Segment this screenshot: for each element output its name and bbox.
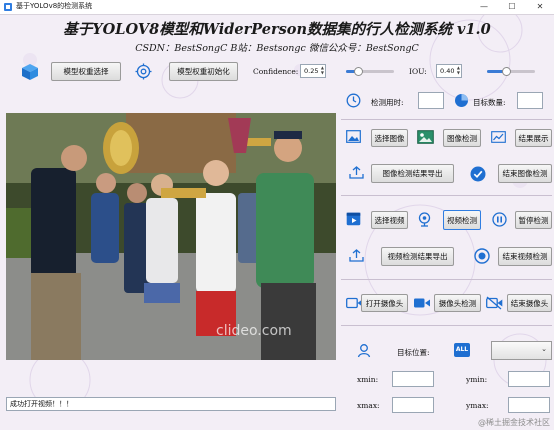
show-result-button[interactable]: 结果展示 — [515, 129, 552, 147]
count-label: 目标数量: — [473, 98, 506, 107]
iou-slider[interactable] — [487, 67, 535, 76]
iou-label: IOU: — [409, 67, 427, 76]
spin-arrows-icon[interactable]: ▲ ▼ — [321, 65, 324, 75]
xmin-field — [392, 371, 434, 387]
video-watermark: clideo.com — [216, 323, 292, 339]
video-display: clideo.com — [6, 113, 336, 360]
open-camera-button[interactable]: 打开摄像头 — [361, 294, 408, 312]
window-titlebar: 基于YOLOv8的检测系统 — ☐ ✕ — [0, 0, 554, 15]
divider — [341, 119, 552, 120]
minimize-button[interactable]: — — [470, 0, 498, 14]
divider — [341, 279, 552, 280]
target-select-dropdown[interactable]: ⌄ — [491, 341, 552, 360]
confidence-slider-handle[interactable] — [353, 67, 363, 76]
camera-off-icon — [486, 296, 503, 310]
divider — [341, 195, 552, 196]
iou-spinbox[interactable]: 0.40 ▲ ▼ — [436, 64, 462, 78]
iou-slider-handle[interactable] — [501, 67, 511, 76]
ymax-label: ymax: — [466, 401, 489, 410]
end-video-detect-button[interactable]: 结束视频检测 — [498, 247, 552, 266]
app-icon — [4, 3, 12, 11]
ymax-field — [508, 397, 550, 413]
export-video-result-button[interactable]: 视频检测结果导出 — [381, 247, 454, 266]
confidence-label: Confidence: — [253, 67, 299, 76]
xmax-label: xmax: — [357, 401, 380, 410]
image-detect-icon — [417, 130, 434, 144]
end-camera-button[interactable]: 结束摄像头 — [507, 294, 552, 312]
pause-detect-button[interactable]: 暂停检测 — [515, 211, 552, 229]
select-weights-button[interactable]: 模型权重选择 — [51, 62, 121, 81]
clock-icon — [346, 93, 361, 108]
init-weights-button[interactable]: 模型权重初始化 — [169, 62, 238, 81]
time-label: 检测用时: — [371, 98, 404, 107]
target-icon — [135, 63, 152, 80]
upload-icon — [349, 249, 364, 262]
page-title: 基于YOLOV8模型和WiderPerson数据集的行人检测系统 v1.0 — [63, 21, 491, 38]
image-detect-button[interactable]: 图像检测 — [443, 129, 481, 147]
check-circle-icon — [470, 166, 486, 182]
ymin-label: ymin: — [466, 375, 488, 384]
xmin-label: xmin: — [357, 375, 379, 384]
location-pin-icon — [357, 344, 371, 358]
video-file-icon — [346, 212, 361, 226]
ymin-field — [508, 371, 550, 387]
maximize-button[interactable]: ☐ — [498, 0, 526, 14]
window-title: 基于YOLOv8的检测系统 — [16, 2, 93, 10]
cube-icon — [22, 64, 38, 80]
end-image-detect-button[interactable]: 结束图像检测 — [498, 164, 552, 183]
iou-value: 0.40 — [440, 67, 455, 75]
pie-chart-icon — [455, 94, 468, 107]
select-video-button[interactable]: 选择视频 — [371, 211, 408, 229]
video-detect-button[interactable]: 视频检测 — [443, 210, 481, 230]
xmax-field — [392, 397, 434, 413]
status-bar: 成功打开视频！！！ — [6, 397, 336, 411]
upload-icon — [349, 166, 364, 179]
export-image-result-button[interactable]: 图像检测结果导出 — [371, 164, 454, 183]
divider — [341, 325, 552, 326]
image-icon — [346, 130, 361, 143]
stop-circle-icon — [474, 248, 490, 264]
count-value-field — [517, 92, 543, 109]
chart-icon — [491, 131, 506, 143]
confidence-slider[interactable] — [346, 67, 394, 76]
webcam-icon — [418, 212, 431, 227]
all-icon: ALL — [454, 343, 470, 357]
close-button[interactable]: ✕ — [526, 0, 554, 14]
camera-detect-icon — [414, 298, 430, 308]
confidence-value: 0.25 — [304, 67, 319, 75]
select-image-button[interactable]: 选择图像 — [371, 129, 408, 147]
camera-detect-button[interactable]: 摄像头检测 — [434, 294, 481, 312]
spin-arrows-icon[interactable]: ▲ ▼ — [457, 65, 460, 75]
confidence-spinbox[interactable]: 0.25 ▲ ▼ — [300, 64, 326, 78]
page-subtitle: CSDN：BestSongC B站：Bestsongc 微信公众号：BestSo… — [135, 43, 419, 54]
target-position-label: 目标位置: — [397, 348, 430, 357]
time-value-field — [418, 92, 444, 109]
pause-circle-icon — [492, 212, 507, 227]
page-watermark: @稀土掘金技术社区 — [478, 418, 550, 427]
chevron-down-icon: ⌄ — [541, 345, 547, 353]
